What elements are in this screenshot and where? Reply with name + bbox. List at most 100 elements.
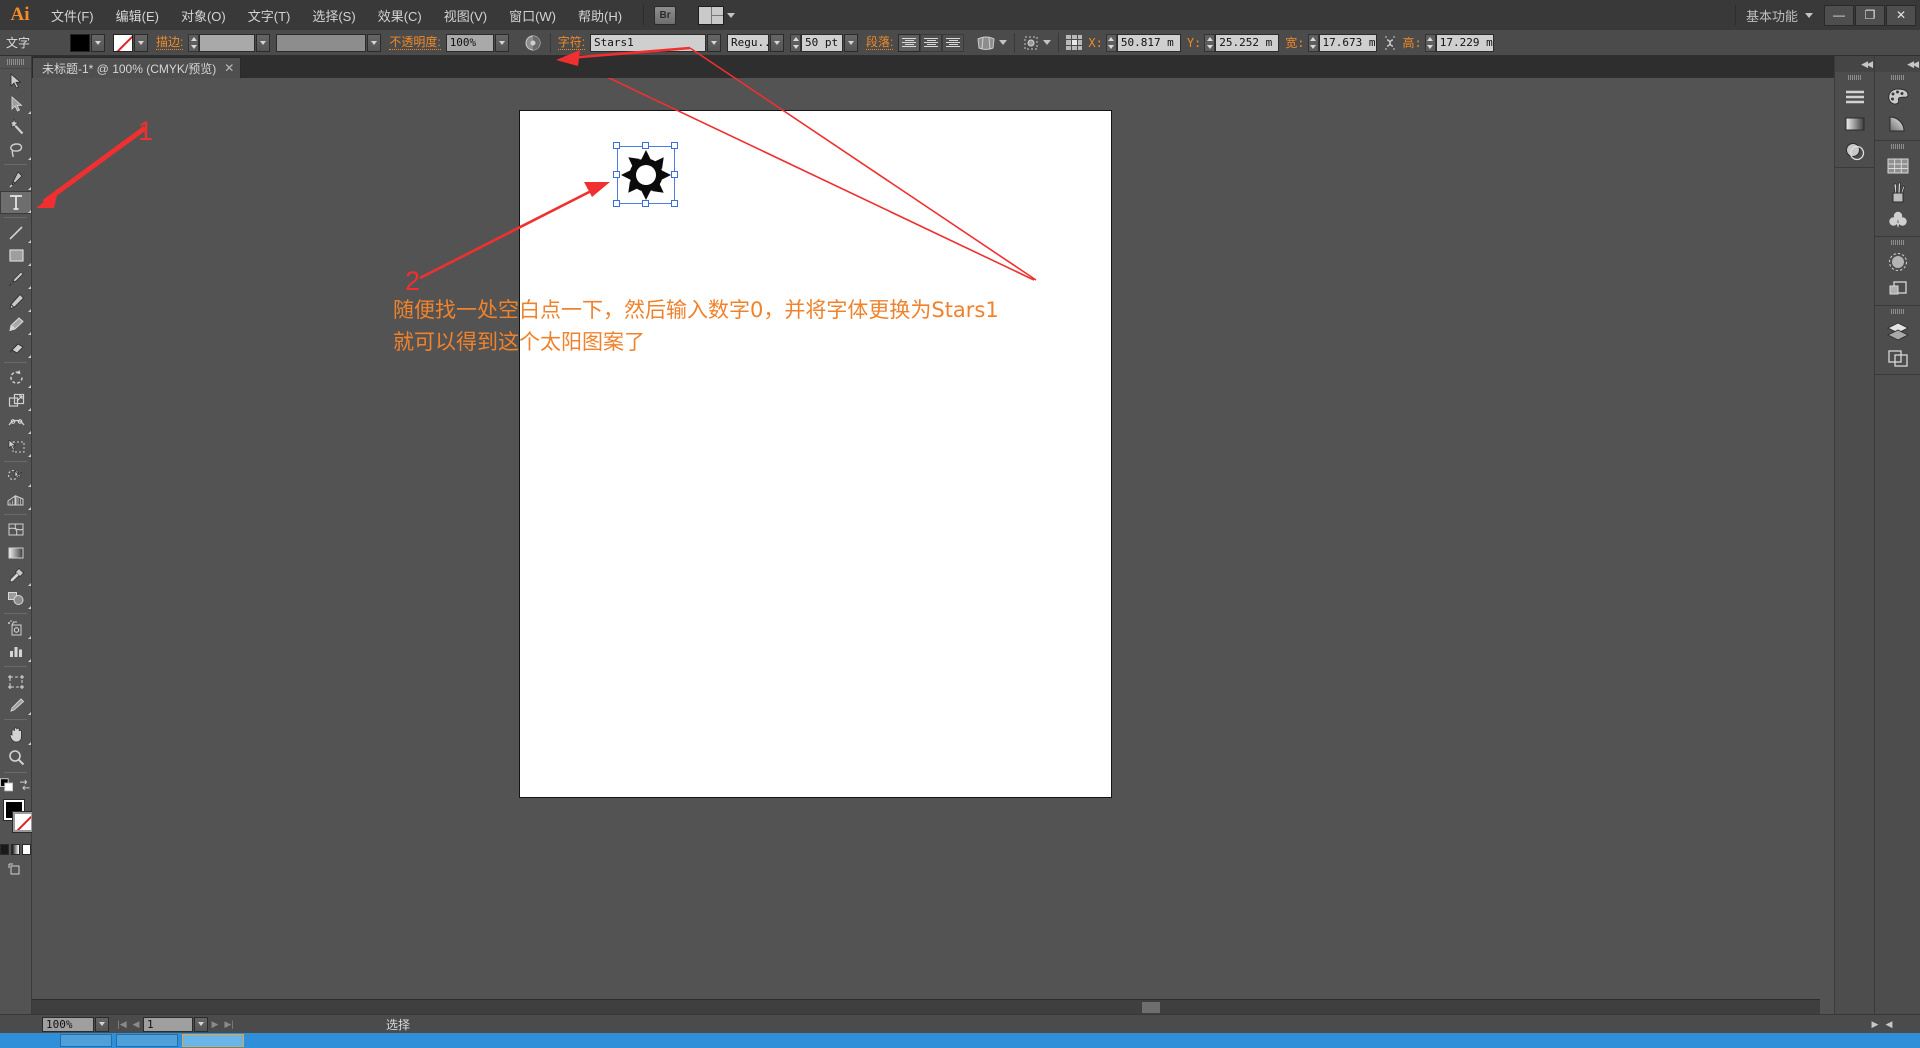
- recolor-artwork-icon[interactable]: [523, 34, 543, 52]
- slice-tool[interactable]: [0, 693, 32, 716]
- shape-builder-tool[interactable]: [0, 465, 32, 488]
- taskbar-item[interactable]: [116, 1034, 178, 1047]
- canvas-area[interactable]: 1 2 随便找一处空白点一下，然后输入数字0，并将字体更换为Stars1 就可以…: [32, 78, 1832, 1022]
- font-family-input[interactable]: Stars1: [590, 33, 707, 52]
- character-label[interactable]: 字符:: [557, 35, 586, 50]
- paintbrush-tool[interactable]: [0, 267, 32, 290]
- width-input[interactable]: 17.673 m: [1318, 33, 1377, 52]
- width-tool[interactable]: [0, 412, 32, 435]
- status-collapse-icon[interactable]: ◀: [1882, 1017, 1896, 1032]
- panel-grip[interactable]: [1875, 237, 1920, 248]
- color-panel-icon[interactable]: [1875, 83, 1920, 110]
- font-size-stepper[interactable]: [790, 33, 802, 52]
- opacity-dropdown[interactable]: [494, 33, 509, 52]
- height-input[interactable]: 17.229 m: [1435, 33, 1494, 52]
- perspective-grid-tool[interactable]: [0, 488, 32, 511]
- hand-tool[interactable]: [0, 723, 32, 746]
- sun-glyph-object[interactable]: [613, 142, 678, 207]
- tools-panel-grip[interactable]: [0, 56, 31, 69]
- align-right-button[interactable]: [942, 33, 965, 52]
- selection-handle-mr[interactable]: [671, 171, 678, 178]
- paragraph-label[interactable]: 段落:: [866, 35, 894, 50]
- arrange-documents-button[interactable]: [676, 5, 736, 25]
- symbol-sprayer-tool[interactable]: [0, 617, 32, 640]
- menu-edit[interactable]: 编辑(E): [105, 0, 170, 30]
- panel-grip[interactable]: [1835, 72, 1874, 83]
- reference-point-selector[interactable]: [1066, 34, 1083, 51]
- column-graph-tool[interactable]: [0, 640, 32, 663]
- blob-brush-tool[interactable]: [0, 313, 32, 336]
- horizontal-scroll-thumb[interactable]: [1142, 1002, 1160, 1013]
- symbols-panel-icon[interactable]: [1875, 206, 1920, 233]
- lasso-tool[interactable]: [0, 138, 32, 161]
- selection-handle-br[interactable]: [671, 200, 678, 207]
- magic-wand-tool[interactable]: [0, 115, 32, 138]
- workspace-chevron-icon[interactable]: [1805, 12, 1813, 18]
- x-stepper[interactable]: [1105, 33, 1117, 52]
- stroke-weight-input[interactable]: [199, 33, 256, 52]
- taskbar-item-active[interactable]: [182, 1034, 244, 1047]
- menu-select[interactable]: 选择(S): [301, 0, 366, 30]
- direct-selection-tool[interactable]: [0, 92, 32, 115]
- opacity-input[interactable]: 100%: [445, 33, 494, 52]
- stroke-profile-dropdown[interactable]: [367, 33, 382, 52]
- document-tab[interactable]: 未标题-1* @ 100% (CMYK/预览) ✕: [32, 57, 242, 78]
- screen-mode-icon[interactable]: [0, 863, 31, 877]
- rotate-tool[interactable]: [0, 366, 32, 389]
- artboard[interactable]: [519, 110, 1112, 798]
- graphic-styles-panel-icon[interactable]: [1875, 275, 1920, 302]
- font-style-input[interactable]: Regu...: [727, 33, 777, 52]
- x-input[interactable]: 50.817 m: [1116, 33, 1181, 52]
- panel-grip[interactable]: [1875, 72, 1920, 83]
- mesh-tool[interactable]: [0, 518, 32, 541]
- color-guide-panel-icon[interactable]: [1875, 110, 1920, 137]
- menu-file[interactable]: 文件(F): [40, 0, 105, 30]
- selection-handle-bl[interactable]: [613, 200, 620, 207]
- zoom-tool[interactable]: [0, 746, 32, 769]
- stroke-weight-stepper[interactable]: [188, 33, 200, 52]
- default-fill-stroke-icon[interactable]: [0, 778, 13, 792]
- zoom-level-dropdown[interactable]: [95, 1016, 109, 1032]
- stroke-color-swatch[interactable]: [113, 33, 133, 52]
- stroke-profile-input[interactable]: [276, 33, 367, 52]
- scale-tool[interactable]: [0, 389, 32, 412]
- line-segment-tool[interactable]: [0, 221, 32, 244]
- swap-fill-stroke-icon[interactable]: [19, 779, 31, 791]
- y-input[interactable]: 25.252 m: [1215, 33, 1280, 52]
- close-button[interactable]: ✕: [1886, 4, 1916, 26]
- gradient-tool[interactable]: [0, 541, 32, 564]
- menu-window[interactable]: 窗口(W): [498, 0, 567, 30]
- appearance-panel-icon[interactable]: [1875, 248, 1920, 275]
- zoom-level-input[interactable]: 100%: [42, 1016, 94, 1032]
- envelope-distort-button[interactable]: [976, 35, 1008, 51]
- eraser-tool[interactable]: [0, 336, 32, 359]
- artboard-tool[interactable]: [0, 670, 32, 693]
- workspace-selector[interactable]: 基本功能: [1746, 6, 1798, 25]
- pen-tool[interactable]: [0, 168, 32, 191]
- rectangle-tool[interactable]: [0, 244, 32, 267]
- width-stepper[interactable]: [1307, 33, 1319, 52]
- selection-handle-ml[interactable]: [613, 171, 620, 178]
- dock-collapse-button-outer[interactable]: ◀◀: [1875, 56, 1920, 72]
- gradient-button[interactable]: [11, 844, 20, 855]
- blend-tool[interactable]: [0, 587, 32, 610]
- free-transform-tool[interactable]: [0, 435, 32, 458]
- last-artboard-button[interactable]: ▶|: [222, 1017, 236, 1032]
- none-button[interactable]: [22, 844, 31, 855]
- artboard-number-input[interactable]: 1: [143, 1016, 193, 1032]
- taskbar-item[interactable]: [60, 1034, 112, 1047]
- eyedropper-tool[interactable]: [0, 564, 32, 587]
- selection-handle-tl[interactable]: [613, 142, 620, 149]
- artboard-number-dropdown[interactable]: [194, 1016, 208, 1032]
- menu-effect[interactable]: 效果(C): [367, 0, 433, 30]
- first-artboard-button[interactable]: |◀: [115, 1017, 129, 1032]
- font-size-input[interactable]: 50 pt: [801, 33, 844, 52]
- lock-proportions-icon[interactable]: [1380, 34, 1400, 52]
- swatches-panel-icon[interactable]: [1875, 152, 1920, 179]
- selection-tool[interactable]: [0, 69, 32, 92]
- align-left-button[interactable]: [898, 33, 921, 52]
- stroke-panel-icon[interactable]: [1835, 83, 1874, 110]
- fill-swatch-dropdown[interactable]: [91, 33, 105, 52]
- gradient-panel-icon[interactable]: [1835, 110, 1874, 137]
- selection-handle-tr[interactable]: [671, 142, 678, 149]
